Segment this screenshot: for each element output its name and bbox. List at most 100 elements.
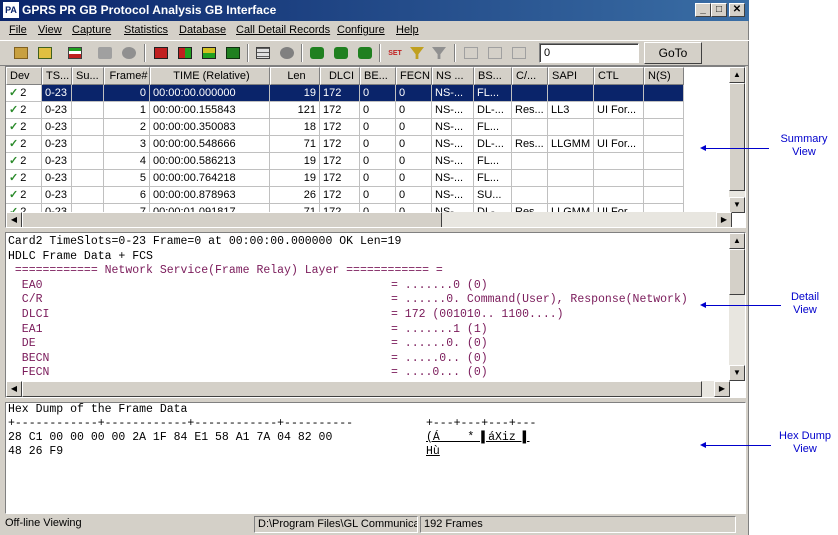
dev-value: 2: [20, 155, 27, 167]
table-cell: 121: [270, 102, 320, 119]
table-icon[interactable]: [252, 43, 274, 63]
detail-vertical-scrollbar[interactable]: ▲ ▼: [729, 233, 745, 381]
column-header[interactable]: BS...: [474, 67, 512, 85]
scroll-up-icon[interactable]: ▲: [729, 67, 745, 83]
table-cell: 00:00:00.350083: [150, 119, 270, 136]
menu-database[interactable]: Database: [179, 24, 226, 36]
table-row[interactable]: ✓ 2 0-23 6 00:00:00.878963 26 172 0 0 NS-... SU...: [6, 187, 732, 204]
table-cell: 00:00:00.548666: [150, 136, 270, 153]
scroll-right-icon[interactable]: ▶: [716, 212, 732, 227]
status-path: D:\Program Files\GL Communications: [254, 516, 418, 533]
menu-configure[interactable]: Configure: [337, 24, 385, 36]
title-bar[interactable]: PA GPRS PR GB Protocol Analysis GB Inter…: [0, 0, 749, 21]
decode-icon[interactable]: [174, 43, 196, 63]
binoculars-icon[interactable]: [306, 43, 328, 63]
clear-filter-icon[interactable]: [428, 43, 450, 63]
binoculars-down-icon[interactable]: [330, 43, 352, 63]
scroll-down-icon[interactable]: ▼: [729, 197, 745, 213]
column-header[interactable]: C/...: [512, 67, 548, 85]
set-filter-icon[interactable]: SET: [384, 43, 406, 63]
table-row[interactable]: ✓ 2 0-23 0 00:00:00.000000 19 172 0 0 NS-... FL...: [6, 85, 732, 102]
column-header[interactable]: Frame#: [104, 67, 150, 85]
summary-arrowhead-icon: [700, 145, 706, 151]
compare-icon[interactable]: [460, 43, 482, 63]
menu-file[interactable]: File: [9, 24, 27, 36]
table-cell: 26: [270, 187, 320, 204]
close-button[interactable]: ✕: [729, 3, 745, 17]
table-row[interactable]: ✓ 2 0-23 1 00:00:00.155843 121 172 0 0 NS-... DL-.…: [6, 102, 732, 119]
table-cell: 2: [104, 119, 150, 136]
column-header[interactable]: NS ...: [432, 67, 474, 85]
statistics-icon[interactable]: [198, 43, 220, 63]
open-file-icon[interactable]: [34, 43, 56, 63]
tools-icon[interactable]: [94, 43, 116, 63]
column-header[interactable]: FECN: [396, 67, 432, 85]
table-row[interactable]: ✓ 2 0-23 5 00:00:00.764218 19 172 0 0 NS-... FL...: [6, 170, 732, 187]
table-cell: 4: [104, 153, 150, 170]
table-cell: 0: [396, 102, 432, 119]
column-header[interactable]: Dev: [6, 67, 42, 85]
column-header[interactable]: TIME (Relative): [150, 67, 270, 85]
export-icon[interactable]: [484, 43, 506, 63]
table-cell: 0: [104, 85, 150, 102]
detail-scroll-up-icon[interactable]: ▲: [729, 233, 745, 249]
detail-field-value: = ......0. Command(User), Response(Netwo…: [391, 293, 688, 307]
menu-call-detail-records[interactable]: Call Detail Records: [236, 24, 330, 36]
dev-cell: ✓ 2: [6, 170, 42, 187]
checklist-icon[interactable]: [64, 43, 86, 63]
filter-icon[interactable]: [406, 43, 428, 63]
column-header[interactable]: Len: [270, 67, 320, 85]
save-icon[interactable]: [222, 43, 244, 63]
status-frame-count: 192 Frames: [420, 516, 736, 533]
menu-help[interactable]: Help: [396, 24, 419, 36]
column-header[interactable]: BE...: [360, 67, 396, 85]
detail-scroll-left-icon[interactable]: ◀: [6, 381, 22, 397]
pdu-icon[interactable]: [508, 43, 530, 63]
column-header[interactable]: N(S): [644, 67, 684, 85]
table-cell: FL...: [474, 85, 512, 102]
menu-view[interactable]: View: [38, 24, 62, 36]
table-cell: [644, 170, 684, 187]
summary-arrow: [703, 148, 769, 149]
frame-summary-table: Dev TS... Su... Frame# TIME (Relative) Len DLC…: [6, 67, 732, 213]
maximize-button[interactable]: □: [711, 3, 727, 17]
binoculars-next-icon[interactable]: [354, 43, 376, 63]
scroll-left-icon[interactable]: ◀: [6, 212, 22, 227]
detail-field-value: = .......1 (1): [391, 322, 488, 336]
column-header[interactable]: CTL: [594, 67, 644, 85]
open-folder-icon[interactable]: [10, 43, 32, 63]
table-row[interactable]: ✓ 2 0-23 2 00:00:00.350083 18 172 0 0 NS-... FL...: [6, 119, 732, 136]
table-cell: 00:00:00.878963: [150, 187, 270, 204]
column-header[interactable]: Su...: [72, 67, 104, 85]
summary-horizontal-scrollbar[interactable]: ◀ ▶: [6, 212, 732, 227]
column-header[interactable]: SAPI: [548, 67, 594, 85]
dev-cell: ✓ 2: [6, 187, 42, 204]
detail-horizontal-scrollbar[interactable]: ◀ ▶: [6, 381, 730, 397]
table-row[interactable]: ✓ 2 0-23 3 00:00:00.548666 71 172 0 0 NS-... DL-..…: [6, 136, 732, 153]
detail-scroll-right-icon[interactable]: ▶: [714, 381, 730, 397]
table-cell: 172: [320, 136, 360, 153]
capture-icon[interactable]: [150, 43, 172, 63]
table-cell: NS-...: [432, 153, 474, 170]
table-cell: 0: [360, 136, 396, 153]
goto-button[interactable]: GoTo: [644, 42, 702, 64]
dev-value: 2: [20, 172, 27, 184]
table-row[interactable]: ✓ 2 0-23 4 00:00:00.586213 19 172 0 0 NS-... FL...: [6, 153, 732, 170]
detail-scroll-down-icon[interactable]: ▼: [729, 365, 745, 381]
circle-icon[interactable]: [276, 43, 298, 63]
table-cell: 0: [360, 153, 396, 170]
menu-capture[interactable]: Capture: [72, 24, 111, 36]
minimize-button[interactable]: _: [695, 3, 711, 17]
stop-icon[interactable]: [118, 43, 140, 63]
column-header[interactable]: DLCI: [320, 67, 360, 85]
column-header[interactable]: TS...: [42, 67, 72, 85]
dev-value: 2: [20, 189, 27, 201]
menu-statistics[interactable]: Statistics: [124, 24, 168, 36]
detail-field-label: ============ Network Service(Frame Relay…: [8, 264, 443, 278]
hex-line: 48 26 F9: [8, 445, 64, 458]
table-cell: 172: [320, 170, 360, 187]
goto-frame-input[interactable]: [539, 43, 639, 63]
table-cell: 0: [360, 102, 396, 119]
summary-vertical-scrollbar[interactable]: ▲ ▼: [729, 67, 745, 213]
hex-dump-view: Hex Dump of the Frame Data +------------…: [5, 402, 746, 514]
